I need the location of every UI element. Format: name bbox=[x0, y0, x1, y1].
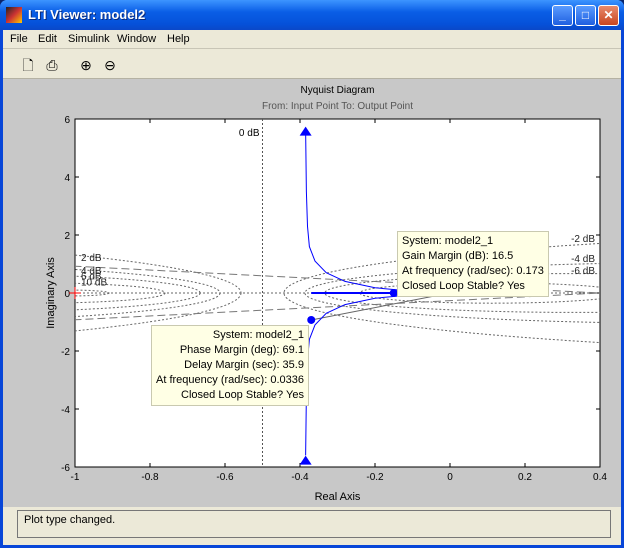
y-tick-label: 4 bbox=[64, 173, 70, 184]
menu-edit[interactable]: Edit bbox=[38, 33, 57, 45]
menu-window[interactable]: Window bbox=[117, 33, 156, 45]
zoom-out-icon[interactable]: ⊖ bbox=[101, 56, 119, 74]
x-tick-label: 0.2 bbox=[518, 472, 532, 483]
phase-margin-marker bbox=[307, 315, 316, 324]
close-button[interactable]: ✕ bbox=[598, 5, 619, 26]
matlab-icon bbox=[6, 7, 22, 23]
datatip-line: At frequency (rad/sec): 0.173 bbox=[402, 265, 544, 277]
minimize-button[interactable]: _ bbox=[552, 5, 573, 26]
figure-area: Nyquist Diagram From: Input Point To: Out… bbox=[3, 79, 621, 507]
datatip-line: Gain Margin (dB): 16.5 bbox=[402, 250, 514, 262]
menu-bar: File Edit Simulink Window Help bbox=[3, 30, 621, 49]
datatip-line: Closed Loop Stable? Yes bbox=[181, 389, 304, 401]
x-axis-label: Real Axis bbox=[315, 491, 361, 503]
datatip-line: Phase Margin (deg): 69.1 bbox=[179, 344, 304, 356]
maximize-button[interactable]: □ bbox=[575, 5, 596, 26]
y-tick-label: 0 bbox=[64, 289, 70, 300]
grid-label: -4 dB bbox=[571, 254, 595, 265]
x-tick-label: -0.8 bbox=[141, 472, 159, 483]
grid-label-0db: 0 dB bbox=[239, 128, 260, 139]
x-tick-label: -1 bbox=[71, 472, 80, 483]
gain-margin-datatip[interactable]: System: model2_1 Gain Margin (dB): 16.5 At… bbox=[397, 231, 549, 297]
datatip-line: Delay Margin (sec): 35.9 bbox=[184, 359, 304, 371]
chart-title: Nyquist Diagram bbox=[301, 85, 375, 96]
print-icon[interactable]: ⎙ bbox=[43, 56, 61, 74]
x-tick-label: 0.4 bbox=[593, 472, 607, 483]
grid-label: 2 dB bbox=[81, 253, 102, 264]
grid-label: -6 dB bbox=[571, 266, 595, 277]
window-title: LTI Viewer: model2 bbox=[28, 7, 146, 22]
datatip-line: Closed Loop Stable? Yes bbox=[402, 280, 525, 292]
phase-margin-datatip[interactable]: System: model2_1 Phase Margin (deg): 69.1… bbox=[151, 325, 309, 406]
status-bar: Plot type changed. bbox=[17, 510, 611, 538]
chart-subtitle: From: Input Point To: Output Point bbox=[262, 101, 413, 112]
y-axis-label: Imaginary Axis bbox=[45, 257, 57, 329]
menu-simulink[interactable]: Simulink bbox=[68, 33, 110, 45]
grid-label: -2 dB bbox=[571, 234, 595, 245]
datatip-line: System: model2_1 bbox=[402, 235, 494, 247]
x-tick-label: -0.6 bbox=[216, 472, 234, 483]
x-tick-label: 0 bbox=[447, 472, 453, 483]
new-icon[interactable]: 🗋 bbox=[19, 56, 37, 74]
zoom-in-icon[interactable]: ⊕ bbox=[77, 56, 95, 74]
grid-label: 10 dB bbox=[81, 277, 107, 288]
datatip-line: At frequency (rad/sec): 0.0336 bbox=[156, 374, 304, 386]
y-tick-label: -6 bbox=[61, 463, 70, 474]
x-tick-label: -0.4 bbox=[291, 472, 309, 483]
title-bar[interactable]: LTI Viewer: model2 _ □ ✕ bbox=[0, 0, 624, 30]
y-tick-label: 6 bbox=[64, 115, 70, 126]
y-tick-label: -4 bbox=[61, 405, 70, 416]
menu-help[interactable]: Help bbox=[167, 33, 190, 45]
toolbar: 🗋 ⎙ ⊕ ⊖ bbox=[3, 50, 621, 79]
menu-file[interactable]: File bbox=[10, 33, 28, 45]
y-tick-label: 2 bbox=[64, 231, 70, 242]
y-tick-label: -2 bbox=[61, 347, 70, 358]
lti-viewer-window: LTI Viewer: model2 _ □ ✕ File Edit Simul… bbox=[0, 0, 624, 548]
x-tick-label: -0.2 bbox=[366, 472, 384, 483]
datatip-line: System: model2_1 bbox=[212, 329, 304, 341]
